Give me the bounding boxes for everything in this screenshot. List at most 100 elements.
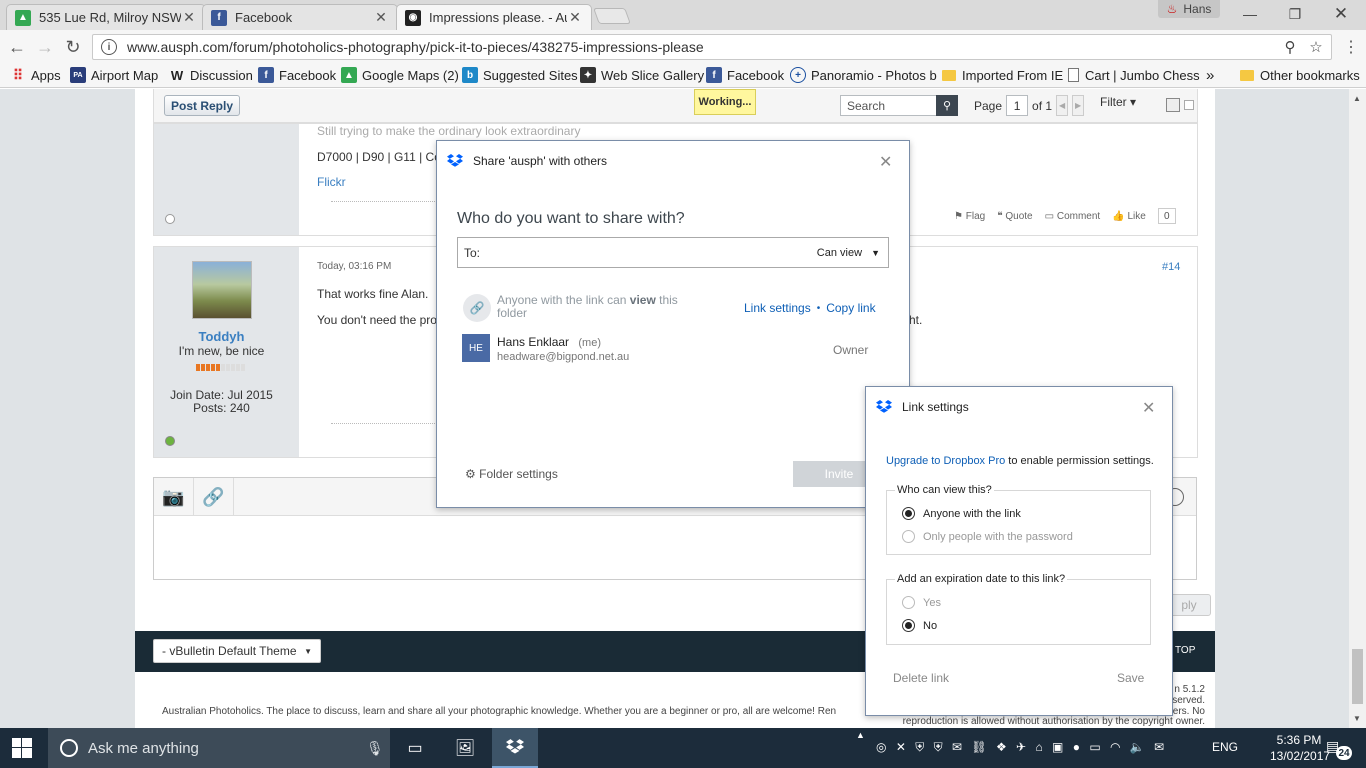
next-page-icon[interactable]: ▶ [1072,95,1085,116]
tray-app-icon[interactable]: ● [1073,740,1080,754]
close-icon[interactable]: ✕ [1142,398,1155,418]
radio-password[interactable]: Only people with the password [902,530,1073,543]
prev-page-icon[interactable]: ◀ [1056,95,1069,116]
back-button[interactable]: ← [6,36,28,58]
bookmarks-overflow-button[interactable]: » [1206,66,1214,84]
scrollbar-thumb[interactable] [1352,649,1363,704]
flag-action[interactable]: ⚑ Flag [954,211,985,222]
bookmark-apps[interactable]: ⠿ Apps [10,66,61,84]
bookmark-google-maps[interactable]: ▲ Google Maps (2) [341,66,459,84]
radio-yes[interactable]: Yes [902,596,941,609]
moderation-icon[interactable] [1166,98,1180,112]
reputation-bar [196,364,245,371]
folder-settings-button[interactable]: ⚙ Folder settings [465,467,558,481]
bookmark-jumbo-chess[interactable]: Cart | Jumbo Chess [1068,66,1200,84]
restore-button[interactable]: ❐ [1272,0,1318,28]
delete-link-button[interactable]: Delete link [893,671,949,685]
username-link[interactable]: Toddyh [154,329,289,344]
close-icon[interactable]: ✕ [373,9,389,26]
bookmark-airport-map[interactable]: PA Airport Map [70,66,158,84]
close-window-button[interactable]: ✕ [1318,0,1364,28]
tray-app-icon[interactable]: ⌂ [1035,740,1042,754]
bookmark-panoramio[interactable]: + Panoramio - Photos b [790,66,937,84]
forward-button[interactable]: → [34,36,56,58]
radio-anyone[interactable]: Anyone with the link [902,507,1021,520]
message-icon[interactable]: ✉ [1154,740,1164,754]
shield-icon[interactable]: ⛨ [915,740,924,754]
outlook-icon[interactable]: ✉ [952,740,962,754]
profile-chip[interactable]: ♨ Hans [1158,0,1220,18]
save-button[interactable]: Save [1117,671,1144,685]
tab-google-maps[interactable]: ▲ 535 Lue Rd, Milroy NSW ✕ [6,4,206,30]
dropbox-taskbar-icon[interactable] [492,728,538,768]
link-icon[interactable]: ⛓ [971,740,986,754]
clock[interactable]: 5:36 PM 13/02/2017 [1270,732,1330,764]
search-icon[interactable]: ⚲ [1279,38,1301,56]
tray-expand-icon[interactable]: ▲ [856,730,865,740]
close-icon[interactable]: ✕ [181,9,197,26]
link-settings-link[interactable]: Link settings [744,301,811,315]
page-scrollbar[interactable]: ▲ ▼ [1349,89,1366,728]
comment-action[interactable]: ▭ Comment [1045,211,1101,222]
select-checkbox[interactable] [1184,100,1194,110]
language-indicator[interactable]: ENG [1212,740,1238,754]
search-icon[interactable]: ⚲ [936,95,958,116]
bookmark-facebook[interactable]: f Facebook [258,66,336,84]
bookmark-facebook-2[interactable]: f Facebook [706,66,784,84]
scroll-down-icon[interactable]: ▼ [1353,714,1361,723]
camera-icon[interactable]: 📷 [154,478,194,516]
link-icon[interactable]: 🔗 [194,478,234,516]
bookmark-web-slice-gallery[interactable]: ✦ Web Slice Gallery [580,66,704,84]
filter-dropdown[interactable]: Filter ▾ [1100,95,1136,109]
bookmark-suggested-sites[interactable]: b Suggested Sites [462,66,578,84]
avatar[interactable] [192,261,252,319]
tray-app-icon[interactable]: ▣ [1052,740,1063,754]
theme-select[interactable]: - vBulletin Default Theme ▼ [153,639,321,663]
close-icon[interactable]: ✕ [567,9,583,26]
permission-dropdown[interactable]: Can view ▼ [817,247,880,259]
tab-impressions[interactable]: ◉ Impressions please. - Aus ✕ [396,4,592,30]
shield-icon[interactable]: ⛨ [934,740,943,754]
microphone-icon[interactable]: 🎙 [366,740,384,757]
flickr-link[interactable]: Flickr [317,175,346,189]
dropbox-icon [876,400,892,413]
upgrade-link[interactable]: Upgrade to Dropbox Pro [886,455,1005,467]
tray-app-icon[interactable]: ✈ [1016,740,1026,754]
minimize-button[interactable]: — [1227,0,1273,28]
star-icon[interactable]: ☆ [1305,38,1327,56]
like-action[interactable]: 👍 Like [1112,211,1146,222]
dropbox-icon[interactable]: ❖ [996,740,1007,754]
back-to-top-link[interactable]: TOP [1175,645,1195,656]
menu-icon[interactable]: ⋮ [1340,36,1362,58]
page-number-input[interactable]: 1 [1006,95,1029,116]
tab-facebook[interactable]: f Facebook ✕ [202,4,398,30]
wifi-icon[interactable]: ◠ [1110,740,1120,754]
to-input[interactable]: To: Can view ▼ [457,237,889,268]
new-tab-button[interactable] [593,8,631,24]
caret-down-icon: ▼ [871,248,880,258]
post-number-link[interactable]: #14 [1162,261,1180,273]
volume-icon[interactable]: 🔈 [1130,740,1145,754]
post-quick-reply-button[interactable]: ply [1167,594,1211,616]
bookmark-discussion[interactable]: W Discussion [169,66,253,84]
quote-action[interactable]: ❝ Quote [997,211,1032,222]
copy-link-link[interactable]: Copy link [826,301,875,315]
reload-button[interactable]: ↻ [62,36,84,58]
radio-no[interactable]: No [902,619,937,632]
photo-app-icon[interactable]: 🖼 [442,728,488,768]
action-center-icon[interactable]: ▤ 24 [1326,738,1352,760]
caret-down-icon: ▾ [1130,95,1137,109]
bookmark-other[interactable]: Other bookmarks [1240,66,1360,84]
scroll-up-icon[interactable]: ▲ [1353,94,1361,103]
bookmark-imported-from-ie[interactable]: Imported From IE [942,66,1063,84]
task-view-icon[interactable]: ▭ [392,728,438,768]
close-icon[interactable]: ✕ [879,152,892,172]
post-reply-button[interactable]: Post Reply [164,95,240,116]
address-bar[interactable]: i www.ausph.com/forum/photoholics-photog… [92,34,1332,60]
info-icon[interactable]: i [101,39,117,55]
battery-icon[interactable]: ▭ [1089,740,1100,754]
tray-app-icon[interactable]: ◎ [876,740,886,754]
tray-app-icon[interactable]: ✕ [896,740,906,754]
cortana-search[interactable]: Ask me anything 🎙 [48,728,390,768]
windows-start-icon[interactable] [12,738,32,758]
